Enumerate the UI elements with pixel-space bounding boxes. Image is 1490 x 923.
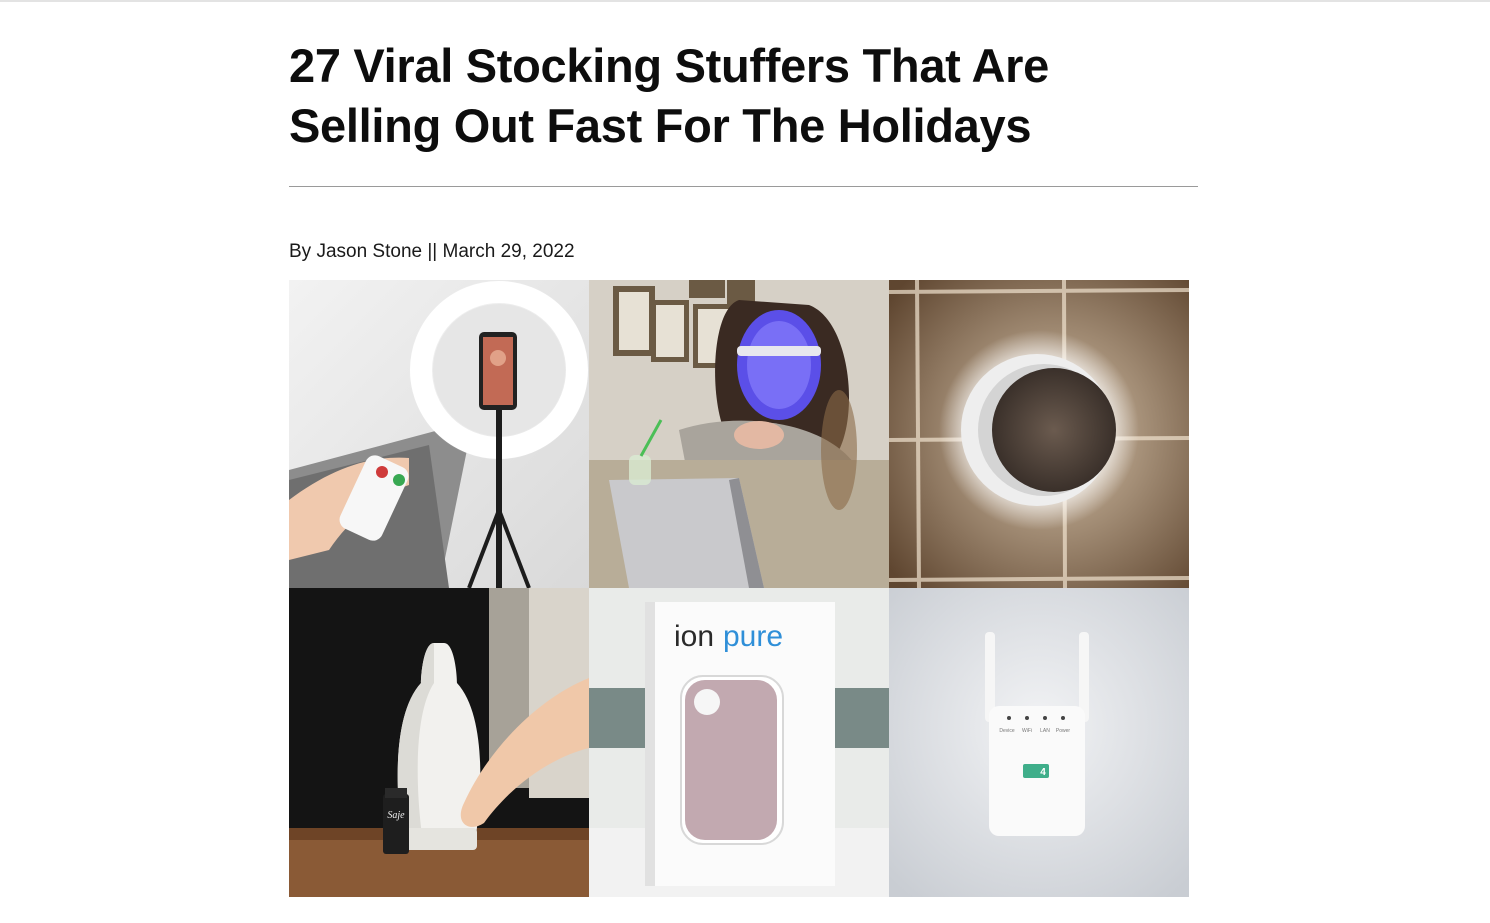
article-title-line-1: 27 Viral Stocking Stuffers That Are: [289, 39, 1049, 92]
ionpure-tile[interactable]: ion pure: [589, 588, 889, 897]
ionpure-brand-prefix: ion: [674, 620, 714, 653]
article-title-line-2: Selling Out Fast For The Holidays: [289, 99, 1032, 152]
speaker-tile[interactable]: [889, 280, 1189, 588]
led-mask-tile[interactable]: [589, 280, 889, 588]
ring-light-tile[interactable]: [289, 280, 589, 588]
wifi-extender-tile[interactable]: Device WiFi LAN Power 4: [889, 588, 1189, 897]
ionpure-image: ion pure: [589, 588, 889, 897]
byline: By Jason Stone || March 29, 2022: [289, 241, 575, 262]
led-label-lan: LAN: [1040, 728, 1050, 734]
diffuser-image: Saje: [289, 588, 589, 897]
led-label-power: Power: [1056, 728, 1071, 734]
speaker-image: [889, 280, 1189, 588]
wifi-badge-number: 4: [1040, 767, 1046, 778]
bottle-label: Saje: [387, 810, 405, 821]
diffuser-tile[interactable]: Saje: [289, 588, 589, 897]
article-title: 27 Viral Stocking Stuffers That Are Sell…: [289, 36, 1199, 156]
top-border: [0, 0, 1490, 2]
led-mask-image: [589, 280, 889, 588]
product-image-grid: Saje ion pure Device WiFi LAN Power 4: [289, 280, 1189, 897]
ionpure-brand-suffix: pure: [723, 620, 783, 653]
wifi-extender-image: Device WiFi LAN Power 4: [889, 588, 1189, 897]
title-divider: [289, 186, 1198, 187]
led-label-device: Device: [999, 728, 1015, 734]
ring-light-image: [289, 280, 589, 588]
led-label-wifi: WiFi: [1022, 728, 1032, 734]
